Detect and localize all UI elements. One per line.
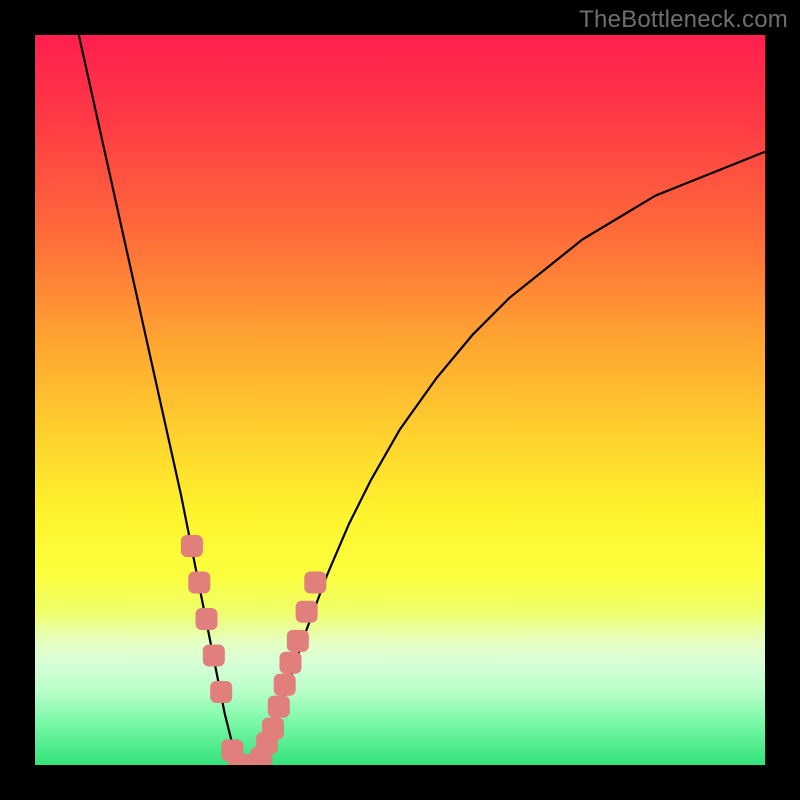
watermark-text: TheBottleneck.com <box>579 6 788 34</box>
marker-point <box>287 630 309 652</box>
marker-point <box>188 572 210 594</box>
plot-area <box>35 35 765 765</box>
marker-point <box>304 572 326 594</box>
marker-point <box>280 652 302 674</box>
chart-frame: TheBottleneck.com <box>0 0 800 800</box>
marker-point <box>262 718 284 740</box>
marker-point <box>181 535 203 557</box>
markers-group <box>181 535 326 765</box>
marker-point <box>203 645 225 667</box>
marker-point <box>296 601 318 623</box>
bottleneck-curve <box>79 35 765 765</box>
chart-svg <box>35 35 765 765</box>
marker-point <box>196 608 218 630</box>
marker-point <box>210 681 232 703</box>
marker-point <box>268 696 290 718</box>
marker-point <box>274 674 296 696</box>
